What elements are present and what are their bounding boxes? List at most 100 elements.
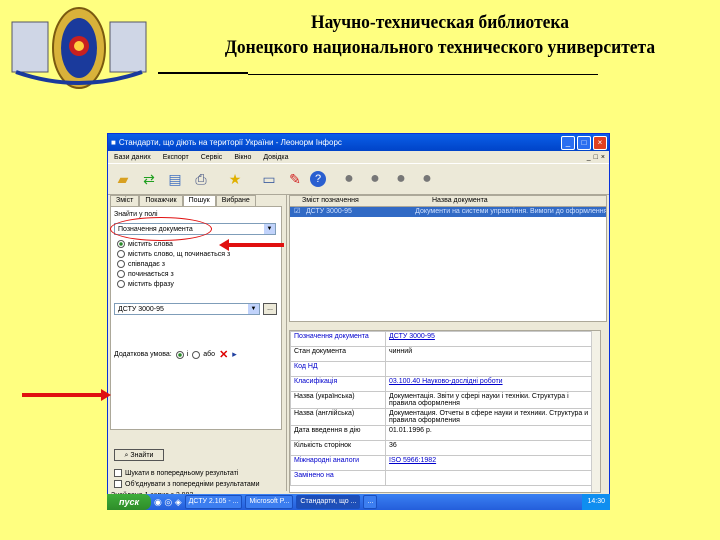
details-value[interactable]: ISO 5966:1982 xyxy=(385,455,600,471)
chevron-down-icon[interactable]: ▼ xyxy=(248,304,259,314)
checkbox-search-previous[interactable]: Шукати в попередньому результаті xyxy=(114,469,238,477)
monitor-icon[interactable]: ▭ xyxy=(258,168,280,190)
checkbox-label: Шукати в попередньому результаті xyxy=(125,469,239,477)
radio-dot xyxy=(117,260,125,268)
details-table: Позначення документа ДСТУ 3000-95 Стан док… xyxy=(290,331,600,486)
tab-contents[interactable]: Зміст xyxy=(110,195,140,206)
taskbar: пуск ◉ ◎ ◈ ДСТУ 2.105 - ... Microsoft P.… xyxy=(107,494,610,510)
details-row: Класифікація 03.100.40 Науково-дослідні р… xyxy=(290,376,600,392)
clear-icon[interactable]: ✕ xyxy=(219,348,228,361)
table-header: Зміст позначення Назва документа xyxy=(290,196,606,207)
search-panel: Знайти у полі Позначення документа ▼ міс… xyxy=(110,206,282,430)
details-row: Міжнародні аналоги ISO 5966:1982 xyxy=(290,455,600,471)
radio-matches[interactable]: співпадає з xyxy=(117,260,165,268)
circle-icon[interactable]: ● xyxy=(390,168,412,190)
details-value[interactable]: ДСТУ 3000-95 xyxy=(385,331,600,347)
menu-item-help[interactable]: Довідка xyxy=(263,154,288,161)
details-value: Документация. Отчеты в сфере науки и тех… xyxy=(385,408,600,426)
minimize-button[interactable]: _ xyxy=(561,135,575,150)
pen-icon[interactable]: ✎ xyxy=(284,168,306,190)
header-line-1: Научно-техническая библиотека xyxy=(311,12,569,33)
taskbar-item[interactable]: ДСТУ 2.105 - ... xyxy=(184,495,243,509)
chevron-down-icon[interactable]: ▼ xyxy=(264,224,275,234)
find-button[interactable]: ⌕ Знайти xyxy=(114,449,164,461)
details-row: Стан документа чинний xyxy=(290,346,600,362)
menu-item-databases[interactable]: Бази даних xyxy=(114,154,151,161)
query-input[interactable]: ДСТУ 3000-95 ▼ xyxy=(114,303,260,315)
details-key: Дата введення в дію xyxy=(290,425,386,441)
column-header-name[interactable]: Назва документа xyxy=(420,196,488,206)
row-code: ДСТУ 3000-95 xyxy=(305,208,352,215)
radio-and[interactable]: і xyxy=(175,350,188,359)
help-icon[interactable]: ? xyxy=(310,171,326,187)
radio-dot xyxy=(175,350,184,359)
details-value[interactable]: 03.100.40 Науково-дослідні роботи xyxy=(385,376,600,392)
radio-label: містить слово, щ починається з xyxy=(128,250,231,258)
circle-icon[interactable]: ● xyxy=(364,168,386,190)
header-divider xyxy=(248,74,598,75)
radio-or[interactable]: або xyxy=(192,350,216,359)
extra-condition-label: Додаткова умова: xyxy=(114,351,172,358)
mdi-restore-button[interactable]: □ xyxy=(594,154,598,161)
checkbox-label: Об'єднувати з попередніми результатами xyxy=(125,480,260,488)
menu-item-export[interactable]: Експорт xyxy=(163,154,189,161)
app-icon: ■ xyxy=(111,138,116,147)
radio-label: містить фразу xyxy=(128,280,174,288)
radio-word-starts[interactable]: містить слово, щ починається з xyxy=(117,250,230,258)
mdi-minimize-button[interactable]: _ xyxy=(587,154,591,161)
system-tray: 14:30 xyxy=(582,494,610,510)
circle-icon[interactable]: ● xyxy=(416,168,438,190)
details-key: Назва (англійська) xyxy=(290,408,386,426)
tab-index[interactable]: Покажчик xyxy=(139,195,183,206)
quick-launch-icons[interactable]: ◉ ◎ ◈ xyxy=(154,497,182,508)
star-icon[interactable]: ★ xyxy=(224,168,246,190)
add-condition-icon[interactable]: ▸ xyxy=(232,349,237,360)
radio-label: або xyxy=(203,351,216,358)
taskbar-item[interactable]: ... xyxy=(363,495,378,509)
details-key: Кількість сторінок xyxy=(290,440,386,456)
taskbar-item[interactable]: Microsoft P... xyxy=(245,495,294,509)
tab-search[interactable]: Пошук xyxy=(182,195,216,206)
maximize-button[interactable]: □ xyxy=(577,135,591,150)
vertical-scrollbar[interactable] xyxy=(591,331,600,492)
menu-item-window[interactable]: Вікно xyxy=(234,154,251,161)
checkbox-merge-results[interactable]: Об'єднувати з попередніми результатами xyxy=(114,480,259,488)
radio-label: містить слова xyxy=(128,240,173,248)
refresh-icon[interactable]: ⇄ xyxy=(138,168,160,190)
window-title: Стандарти, що діють на території України… xyxy=(118,138,342,147)
details-key: Стан документа xyxy=(290,346,386,362)
table-row[interactable]: ☑ ДСТУ 3000-95 Документи на системи упра… xyxy=(290,207,606,217)
details-value: 36 xyxy=(385,440,600,456)
browse-button[interactable]: ... xyxy=(263,303,277,315)
taskbar-item-active[interactable]: Стандарти, що ... xyxy=(296,495,361,509)
start-button[interactable]: пуск xyxy=(107,494,151,510)
document-icon[interactable]: ▤ xyxy=(164,168,186,190)
annotation-arrow-right xyxy=(22,389,111,401)
details-row: Позначення документа ДСТУ 3000-95 xyxy=(290,331,600,347)
details-row: Код НД xyxy=(290,361,600,377)
tab-favorites[interactable]: Вибране xyxy=(215,195,256,206)
radio-dot xyxy=(117,280,125,288)
find-button-label: Знайти xyxy=(130,452,154,459)
checkbox-icon[interactable]: ☑ xyxy=(290,207,302,217)
details-value[interactable] xyxy=(385,361,600,377)
menu-item-service[interactable]: Сервіс xyxy=(201,154,223,161)
details-row: Кількість сторінок 36 xyxy=(290,440,600,456)
column-header-code[interactable]: Зміст позначення xyxy=(290,196,420,206)
details-value[interactable] xyxy=(385,470,600,486)
details-key: Назва (українська) xyxy=(290,391,386,409)
close-button[interactable]: × xyxy=(593,135,607,150)
details-value: Документація. Звіти у сфері науки і техн… xyxy=(385,391,600,409)
circle-icon[interactable]: ● xyxy=(338,168,360,190)
open-folder-icon[interactable]: ▰ xyxy=(112,168,134,190)
radio-starts-with[interactable]: починається з xyxy=(117,270,174,278)
annotation-arrow-left xyxy=(219,239,284,251)
mdi-close-button[interactable]: × xyxy=(601,154,605,161)
title-bar[interactable]: ■ Стандарти, що діють на території Украї… xyxy=(108,134,609,151)
toolbar-separator xyxy=(216,168,220,190)
clock: 14:30 xyxy=(587,498,605,505)
radio-contains-phrase[interactable]: містить фразу xyxy=(117,280,174,288)
details-row: Дата введення в дію 01.01.1996 р. xyxy=(290,425,600,441)
print-icon[interactable]: ⎙ xyxy=(190,168,212,190)
radio-contains-words[interactable]: містить слова xyxy=(117,240,173,248)
